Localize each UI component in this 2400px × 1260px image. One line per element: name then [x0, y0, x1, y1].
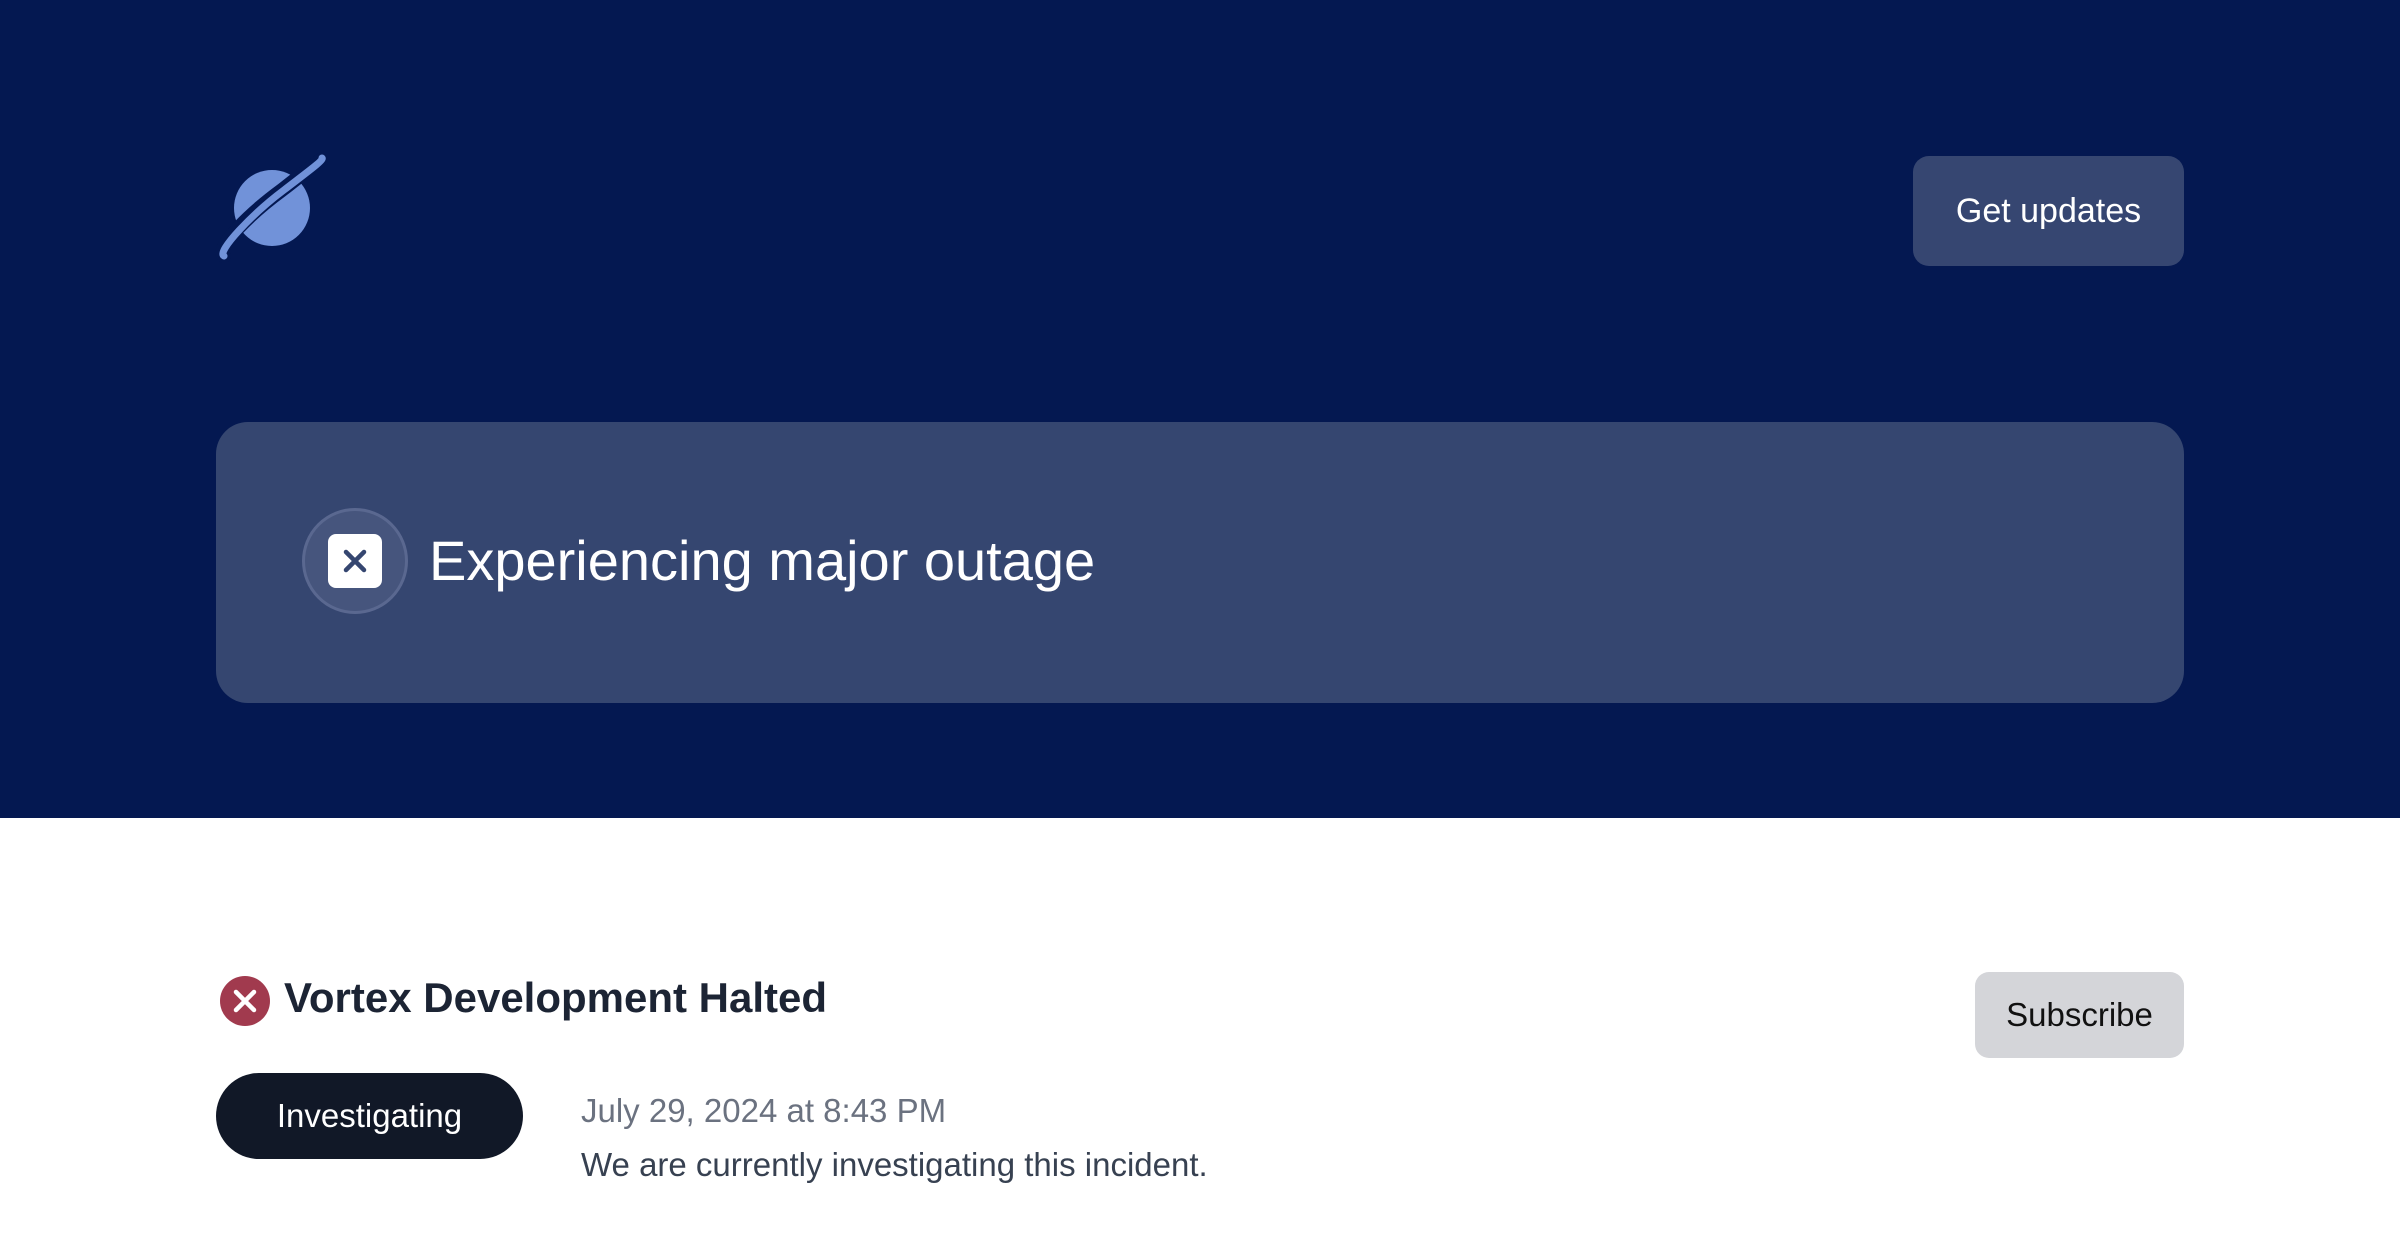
incident-stage-badge: Investigating — [216, 1073, 523, 1159]
update-message: We are currently investigating this inci… — [581, 1146, 1208, 1183]
subscribe-button[interactable]: Subscribe — [1975, 972, 2184, 1058]
x-square-icon — [328, 534, 382, 588]
status-banner: Experiencing major outage — [216, 422, 2184, 703]
outage-icon-badge — [302, 508, 408, 614]
x-circle-icon — [220, 976, 270, 1026]
get-updates-button[interactable]: Get updates — [1913, 156, 2184, 266]
update-timestamp: July 29, 2024 at 8:43 PM — [581, 1092, 947, 1129]
planet-icon[interactable] — [212, 152, 328, 268]
overall-status-text: Experiencing major outage — [429, 529, 1096, 592]
header-hero: Get updates Experiencing major outage — [0, 0, 2400, 818]
incident-title[interactable]: Vortex Development Halted — [284, 970, 827, 1026]
